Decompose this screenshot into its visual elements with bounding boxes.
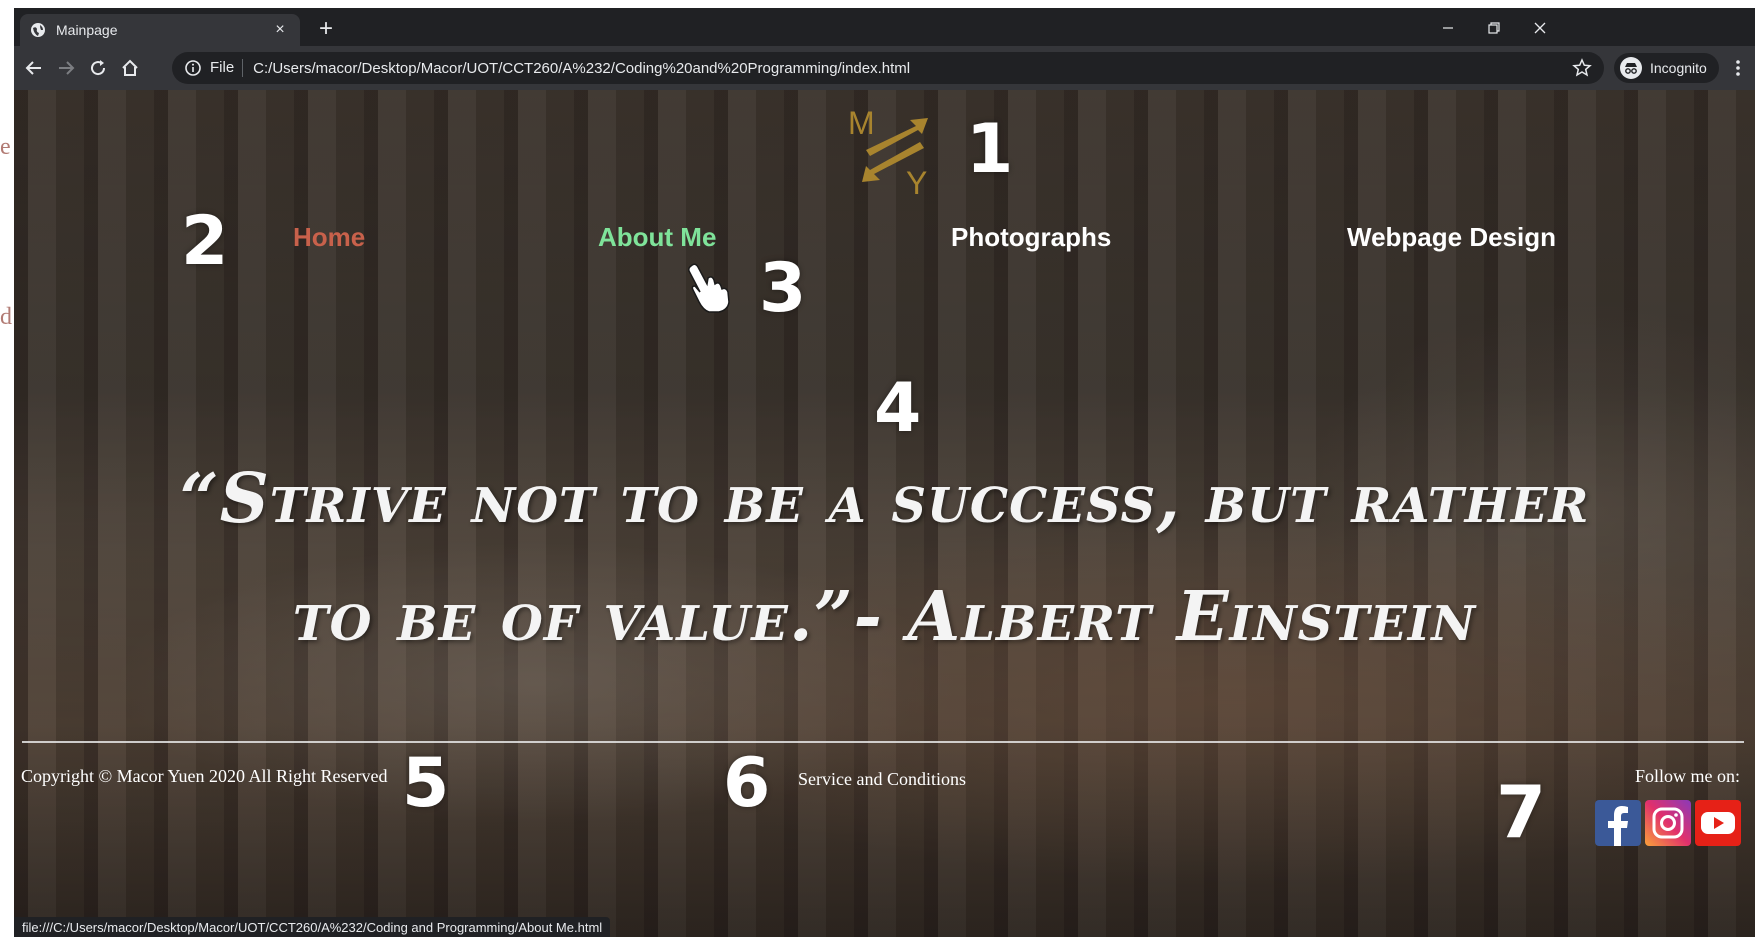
minimize-icon[interactable] (1425, 14, 1471, 42)
address-url[interactable]: C:/Users/macor/Desktop/Macor/UOT/CCT260/… (253, 60, 910, 77)
info-icon[interactable] (184, 59, 202, 77)
browser-toolbar: File C:/Users/macor/Desktop/Macor/UOT/CC… (14, 46, 1755, 90)
logo-letter-y: Y (906, 165, 927, 196)
nav-home[interactable]: Home (293, 222, 365, 253)
status-url: file:///C:/Users/macor/Desktop/Macor/UOT… (22, 919, 603, 935)
logo-letter-m: M (848, 105, 875, 141)
incognito-icon (1620, 57, 1642, 79)
quote-line: “Strive not to be a success, but rather (179, 459, 1590, 539)
instagram-icon[interactable] (1645, 800, 1691, 846)
address-bar[interactable]: File C:/Users/macor/Desktop/Macor/UOT/CC… (172, 52, 1604, 84)
quote-line: to be of value.”- Albert Einstein (292, 577, 1477, 657)
marker-5: 5 (402, 744, 450, 823)
marker-6: 6 (723, 744, 771, 823)
tab-title: Mainpage (56, 22, 118, 38)
globe-icon (30, 22, 46, 38)
page-edge-glyph: d (0, 304, 12, 330)
nav-webpage-design[interactable]: Webpage Design (1347, 222, 1556, 253)
marker-7: 7 (1496, 770, 1547, 854)
back-arrow-icon[interactable] (20, 54, 48, 82)
browser-window: Mainpage × + File C:/Users/macor/Desktop… (14, 8, 1755, 937)
footer-divider (22, 741, 1744, 743)
marker-4: 4 (874, 369, 922, 448)
bookmark-star-icon[interactable] (1572, 58, 1592, 78)
tab-close-icon[interactable]: × (270, 21, 290, 39)
marker-3: 3 (759, 249, 807, 328)
browser-tab[interactable]: Mainpage × (20, 14, 300, 46)
hero-quote: “Strive not to be a success, but rather … (14, 440, 1755, 676)
incognito-profile-button[interactable]: Incognito (1614, 53, 1719, 83)
home-icon[interactable] (116, 54, 144, 82)
copyright-text: Copyright © Macor Yuen 2020 All Right Re… (21, 766, 388, 786)
reload-icon[interactable] (84, 54, 112, 82)
profile-label: Incognito (1650, 60, 1707, 76)
tab-strip: Mainpage × + (14, 8, 1755, 46)
page-edge-glyph: e (0, 134, 11, 160)
close-window-icon[interactable] (1517, 14, 1563, 42)
nav-about-me[interactable]: About Me (598, 222, 716, 253)
page-viewport: M Y 1 2 3 4 5 6 7 Home About Me Photogra… (14, 90, 1755, 937)
facebook-icon[interactable] (1595, 800, 1641, 846)
restore-icon[interactable] (1471, 14, 1517, 42)
youtube-icon[interactable] (1695, 800, 1741, 846)
marker-2: 2 (181, 202, 229, 281)
new-tab-button[interactable]: + (312, 16, 340, 44)
site-logo[interactable]: M Y (844, 104, 940, 201)
nav-photographs[interactable]: Photographs (951, 222, 1111, 253)
marker-1: 1 (966, 110, 1014, 189)
menu-dots-icon[interactable] (1724, 54, 1752, 82)
hand-cursor-icon (683, 262, 733, 314)
forward-arrow-icon[interactable] (52, 54, 80, 82)
address-scheme: File (210, 59, 244, 77)
follow-me-label: Follow me on: (1635, 766, 1741, 786)
status-bar: file:///C:/Users/macor/Desktop/Macor/UOT… (14, 917, 611, 937)
service-conditions-link[interactable]: Service and Conditions (798, 769, 966, 790)
